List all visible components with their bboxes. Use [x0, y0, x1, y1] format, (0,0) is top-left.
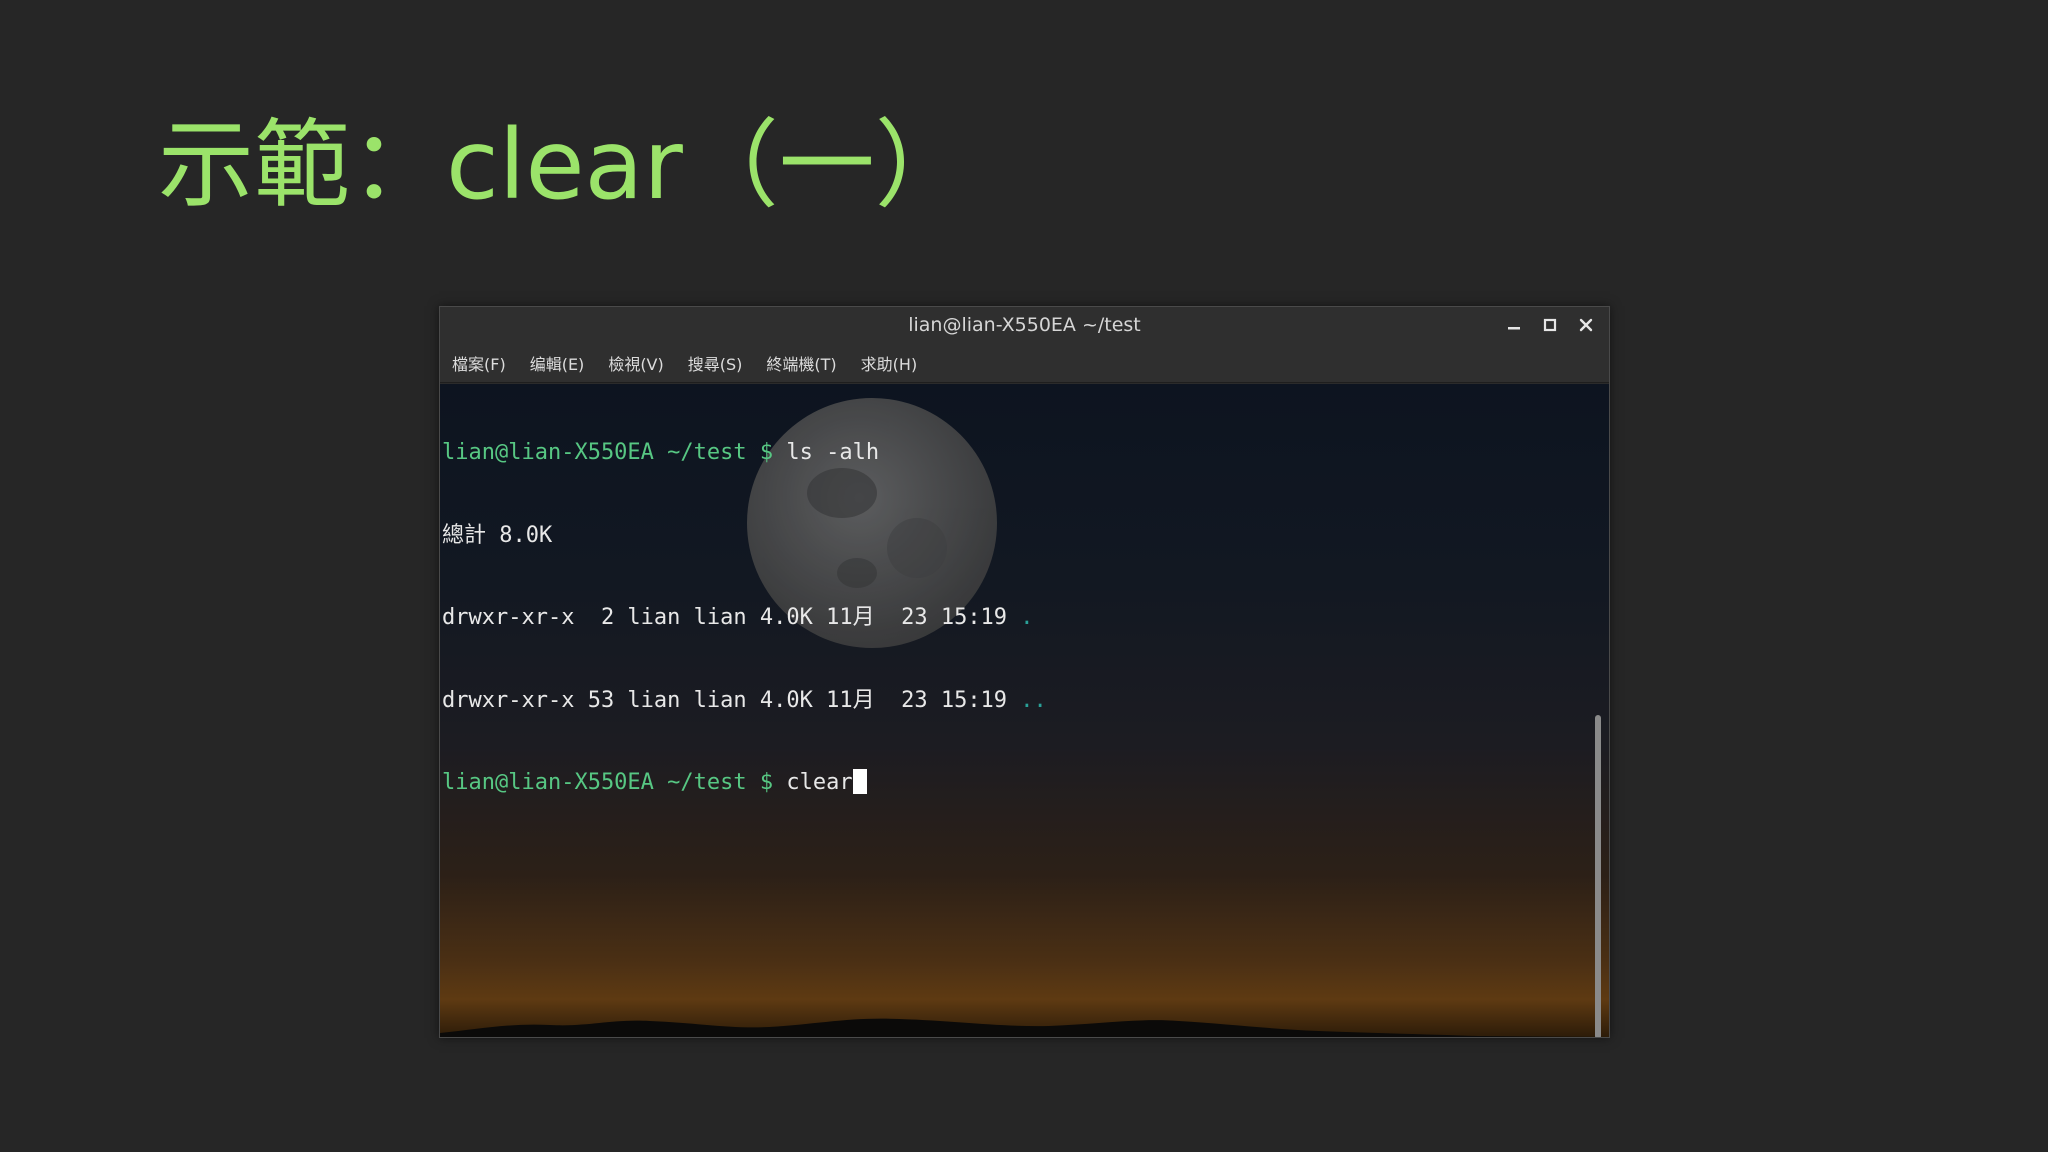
text-cursor — [852, 769, 867, 794]
menu-item-edit[interactable]: 编輯(E) — [530, 351, 585, 375]
menu-item-terminal[interactable]: 終端機(T) — [766, 351, 836, 375]
window-title: lian@lian-X550EA ~/test — [908, 314, 1141, 336]
terminal-output: lian@lian-X550EA ~/test $ ls -alh 總計 8.0… — [442, 384, 1047, 852]
terminal-line: lian@lian-X550EA ~/test $ ls -alh — [442, 439, 1047, 467]
maximize-icon — [1543, 318, 1557, 332]
menu-item-search[interactable]: 搜尋(S) — [688, 351, 743, 375]
directory-name: . — [1020, 605, 1034, 630]
shell-prompt: lian@lian-X550EA ~/test $ — [442, 440, 774, 465]
close-button[interactable] — [1573, 312, 1599, 338]
command-text: ls -alh — [773, 440, 880, 465]
maximize-button[interactable] — [1537, 312, 1563, 338]
terminal-line: lian@lian-X550EA ~/test $ clear — [442, 769, 1047, 797]
terminal-window: lian@lian-X550EA ~/test 檔案(F) 编輯(E) 檢視(V… — [439, 306, 1610, 1038]
minimize-icon — [1508, 327, 1520, 330]
page-title: 示範：clear（一） — [158, 109, 971, 221]
directory-name: .. — [1020, 687, 1047, 713]
menu-item-file[interactable]: 檔案(F) — [452, 351, 506, 375]
menu-item-view[interactable]: 檢視(V) — [608, 351, 663, 375]
window-titlebar[interactable]: lian@lian-X550EA ~/test — [440, 307, 1609, 343]
terminal-line: drwxr-xr-x 53 lian lian 4.0K 11月 23 15:1… — [442, 687, 1047, 715]
hills-silhouette — [440, 1018, 1609, 1037]
terminal-body[interactable]: lian@lian-X550EA ~/test $ ls -alh 總計 8.0… — [440, 384, 1609, 1037]
shell-prompt: lian@lian-X550EA ~/test $ — [442, 770, 774, 795]
minimize-button[interactable] — [1501, 312, 1527, 338]
listing-entry: drwxr-xr-x 53 lian lian 4.0K 11月 23 15:1… — [442, 687, 1021, 713]
window-controls — [1501, 312, 1599, 338]
scrollbar-thumb[interactable] — [1595, 715, 1601, 1037]
command-text: clear — [773, 770, 853, 795]
listing-entry: drwxr-xr-x 2 lian lian 4.0K 11月 23 15:19 — [442, 605, 1021, 630]
close-icon — [1579, 318, 1593, 332]
menu-bar: 檔案(F) 编輯(E) 檢視(V) 搜尋(S) 終端機(T) 求助(H) — [440, 343, 1609, 383]
terminal-line: drwxr-xr-x 2 lian lian 4.0K 11月 23 15:19… — [442, 604, 1047, 632]
terminal-line: 總計 8.0K — [442, 522, 553, 548]
menu-item-help[interactable]: 求助(H) — [861, 351, 918, 375]
